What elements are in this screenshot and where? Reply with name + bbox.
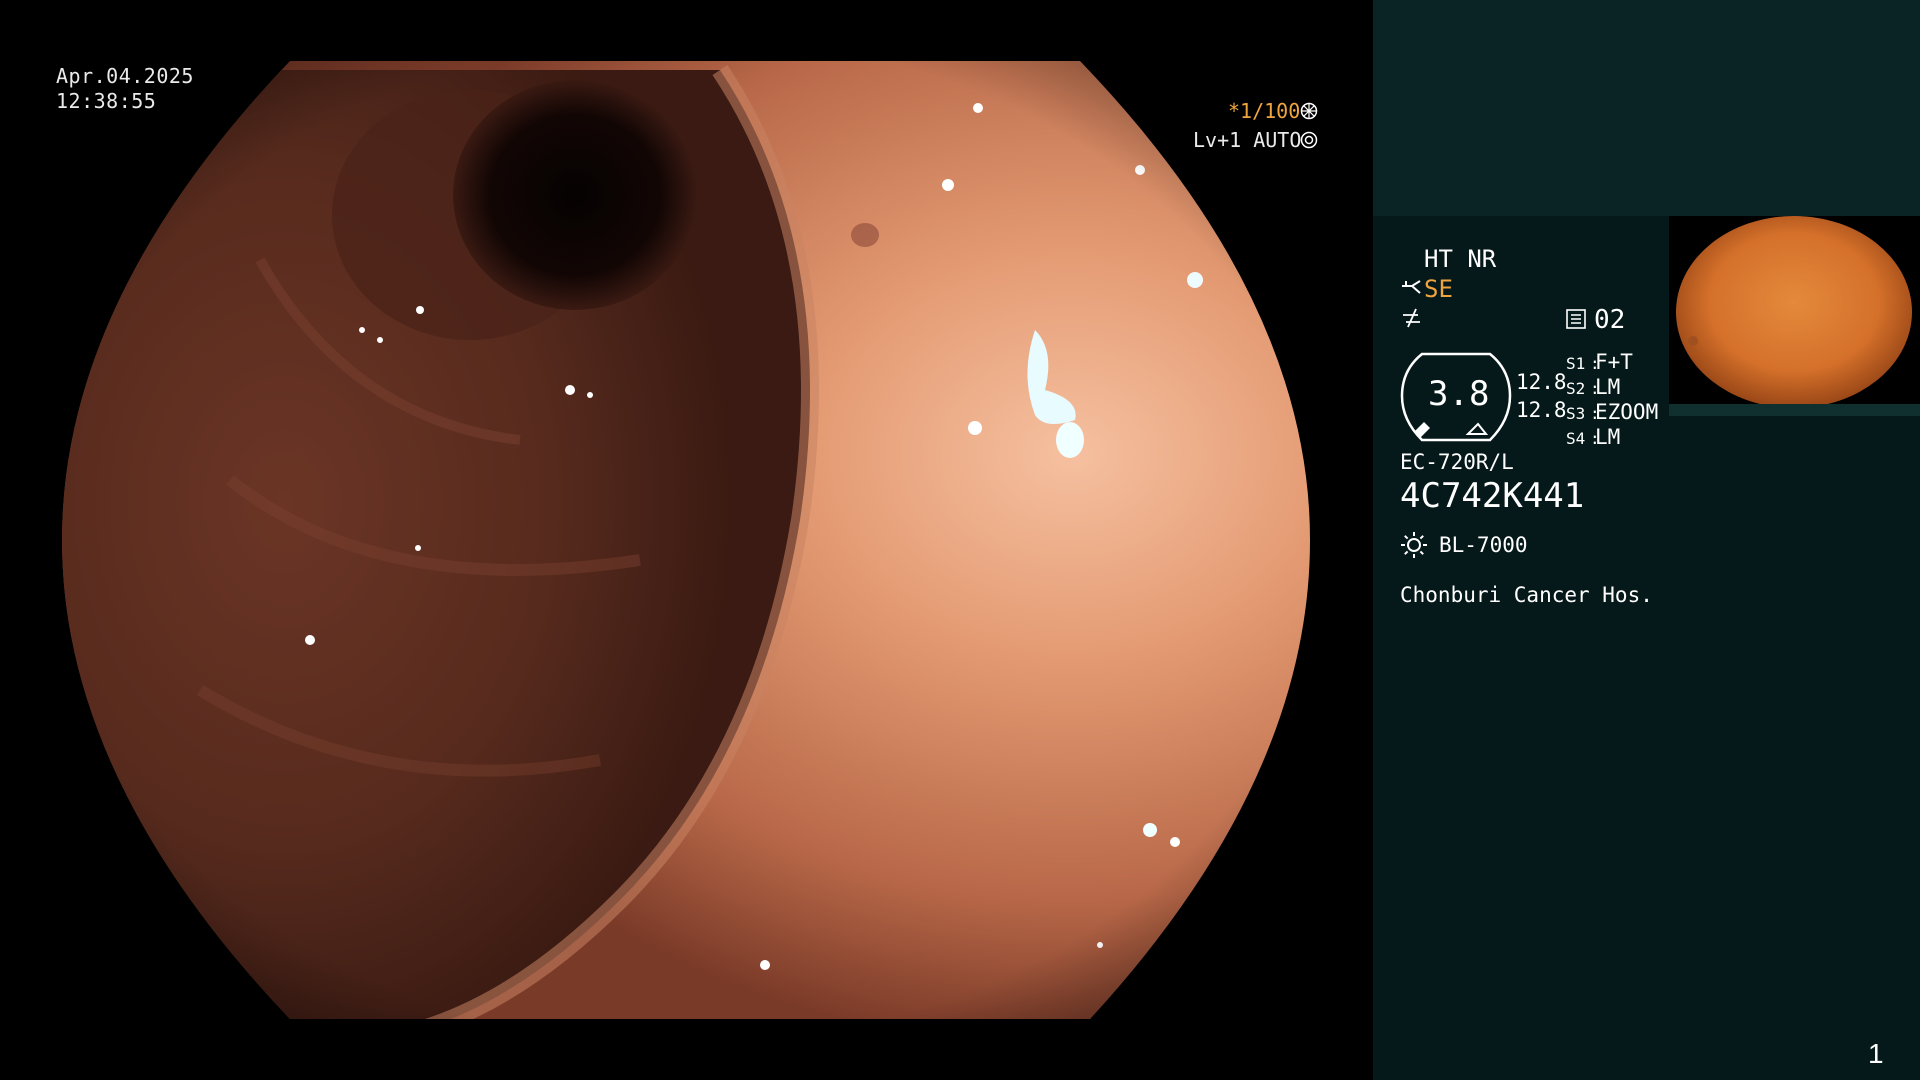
switch-key: S1 (1566, 354, 1586, 373)
switch-value: LM (1595, 425, 1621, 449)
panel-header-area (1373, 0, 1920, 216)
switch-value: LM (1595, 375, 1621, 399)
switch-key: S2 (1566, 379, 1586, 398)
endoscopic-view: Apr.04.2025 12:38:55 *1/100 Lv+1 AUTO (0, 0, 1373, 1080)
thumbnail-capture (1669, 216, 1920, 416)
light-source-icon (1401, 532, 1427, 558)
memory-index: 02 (1594, 305, 1626, 335)
switch-value: EZOOM (1595, 400, 1659, 424)
shutter-speed: *1/100 (1228, 99, 1301, 123)
bend-icon (1403, 308, 1420, 328)
shutter-icon (1300, 102, 1318, 120)
gauge-value: 3.8 (1428, 374, 1490, 414)
scope-model: EC-720R/L (1400, 450, 1514, 474)
switch-key: S3 (1566, 404, 1586, 423)
scope-icon (1402, 280, 1421, 294)
page-number: 1 (1868, 1038, 1884, 1069)
ht-nr-label: HT NR (1424, 245, 1497, 273)
light-source: BL-7000 (1439, 533, 1528, 557)
switch-key: S4 (1566, 429, 1586, 448)
exam-time: 12:38:55 (56, 89, 157, 113)
brightness-level: Lv+1 AUTO (1193, 128, 1302, 152)
hospital-name: Chonburi Cancer Hos. (1400, 583, 1653, 607)
endoscopic-image (62, 61, 1310, 1019)
scope-serial: 4C742K441 (1400, 476, 1585, 516)
thumbnail-image[interactable] (1669, 216, 1920, 416)
se-label: SE (1424, 275, 1453, 303)
auto-iris-icon (1300, 131, 1318, 149)
thumbnail-caption-bar (1669, 404, 1920, 416)
value-top: 12.8 (1516, 370, 1567, 394)
switch-value: F+T (1595, 350, 1633, 374)
memory-icon (1566, 309, 1586, 329)
exam-date: Apr.04.2025 (56, 64, 194, 88)
value-bottom: 12.8 (1516, 398, 1567, 422)
